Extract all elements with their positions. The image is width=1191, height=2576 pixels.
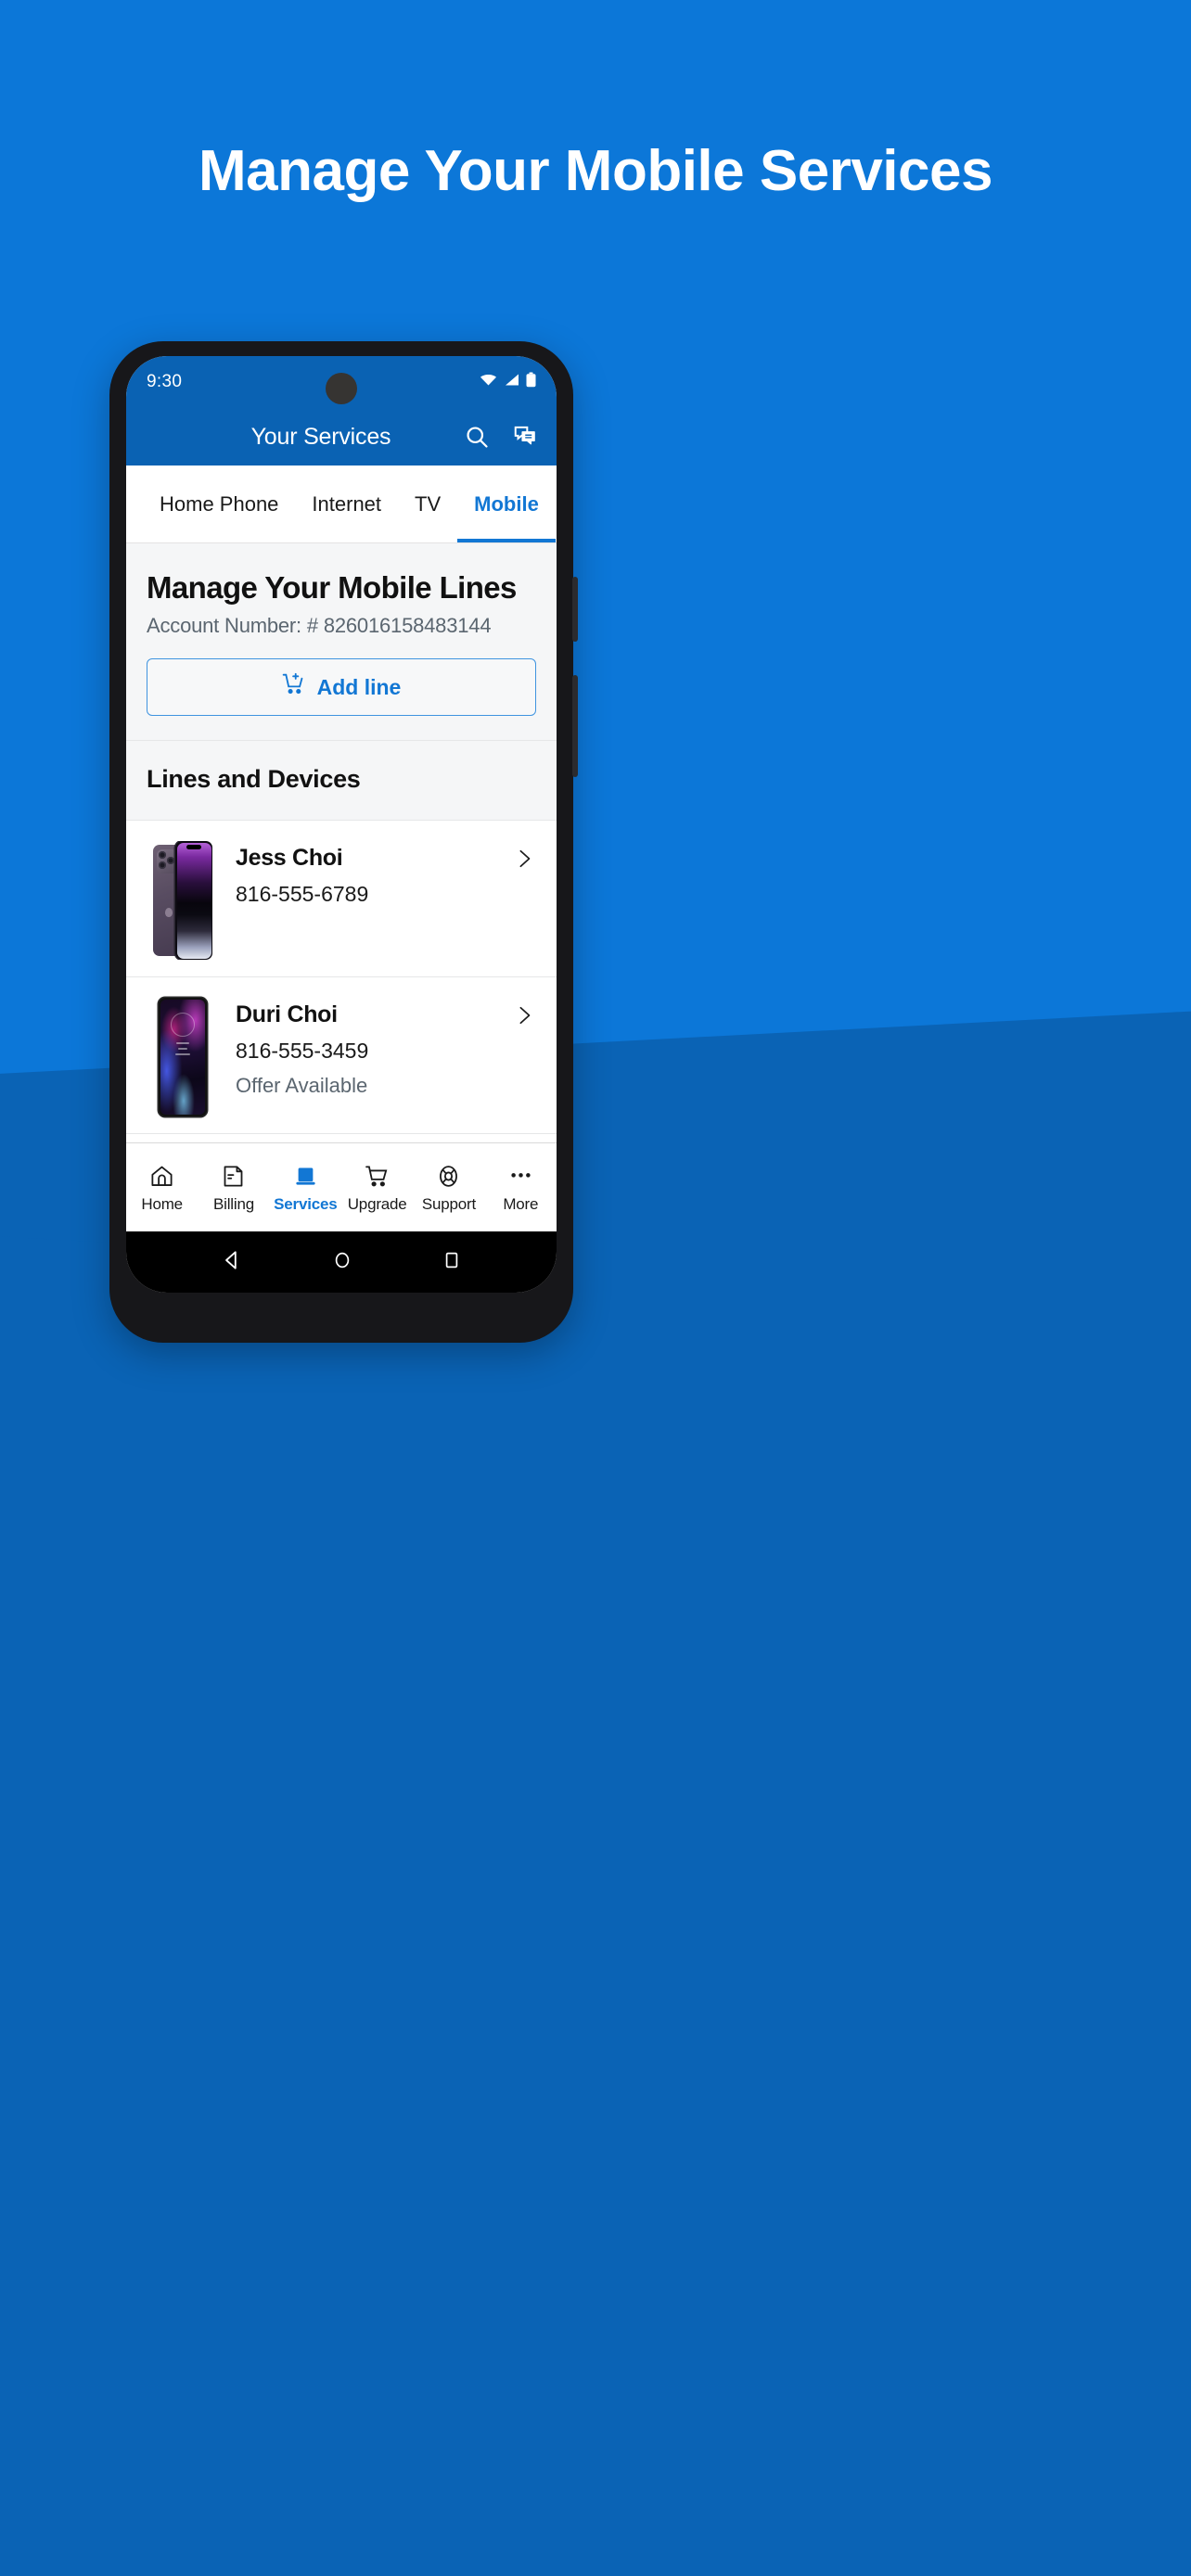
- line-details: Jess Choi 816-555-6789: [219, 837, 510, 907]
- line-name: Duri Choi: [236, 1001, 338, 1028]
- table-row[interactable]: Duri Choi 816-555-3459 Offer Available: [126, 977, 557, 1135]
- device-thumbnail-iphone-14-pro: [147, 837, 219, 961]
- background-diagonal-band-left: [0, 1233, 427, 2576]
- front-camera-punch-hole: [326, 373, 357, 404]
- bottom-navigation-bar: Home Billing Services Upgrade Support Mo…: [126, 1142, 557, 1231]
- android-system-navigation: [126, 1231, 557, 1293]
- line-details: Duri Choi 816-555-3459 Offer Available: [219, 994, 510, 1098]
- status-bar: 9:30: [126, 356, 557, 408]
- sidebar-item-more[interactable]: More: [485, 1161, 557, 1214]
- sidebar-item-upgrade[interactable]: Upgrade: [341, 1161, 413, 1214]
- tab-internet[interactable]: Internet: [295, 465, 398, 542]
- app-bar-title: Your Services: [250, 423, 391, 450]
- sidebar-item-label: Billing: [213, 1195, 254, 1213]
- cart-icon: [365, 1161, 390, 1189]
- sidebar-item-billing[interactable]: Billing: [198, 1161, 269, 1214]
- account-number-label: Account Number: # 826016158483144: [147, 614, 492, 638]
- line-name: Jess Choi: [236, 845, 343, 872]
- service-tabs: Home Phone Internet TV Mobile: [126, 465, 557, 543]
- sidebar-item-label: Services: [274, 1195, 338, 1213]
- add-line-label: Add line: [316, 674, 402, 699]
- sidebar-item-label: Upgrade: [347, 1195, 407, 1213]
- cellular-signal-icon: [504, 374, 519, 391]
- sidebar-item-label: More: [503, 1195, 539, 1213]
- more-dots-icon: [508, 1161, 533, 1189]
- tab-tv[interactable]: TV: [398, 465, 457, 542]
- status-bar-time: 9:30: [147, 372, 183, 391]
- table-row[interactable]: Jess Choi 816-555-6789: [126, 821, 557, 978]
- sidebar-item-label: Home: [141, 1195, 183, 1213]
- android-recents-button[interactable]: [441, 1249, 463, 1276]
- chevron-right-icon[interactable]: [510, 837, 538, 869]
- status-badge: Offer Available: [236, 1074, 368, 1098]
- lines-and-devices-heading: Lines and Devices: [126, 741, 557, 822]
- android-home-button[interactable]: [331, 1249, 353, 1276]
- line-phone-number: 816-555-6789: [236, 882, 369, 907]
- manage-lines-section: Manage Your Mobile Lines Account Number:…: [126, 543, 557, 742]
- promo-headline: Manage Your Mobile Services: [198, 139, 992, 203]
- battery-icon: [526, 372, 536, 392]
- chat-icon[interactable]: [512, 424, 538, 450]
- sidebar-item-services[interactable]: Services: [270, 1161, 341, 1214]
- tab-mobile[interactable]: Mobile: [457, 465, 556, 542]
- android-back-button[interactable]: [220, 1248, 244, 1277]
- billing-icon: [221, 1161, 246, 1189]
- sidebar-item-support[interactable]: Support: [413, 1161, 484, 1214]
- add-line-button[interactable]: Add line: [147, 658, 536, 717]
- phone-screen: 9:30 Your Services Home Phone Internet T…: [126, 356, 557, 1293]
- home-icon: [149, 1161, 174, 1189]
- wifi-icon: [480, 374, 497, 391]
- status-bar-icons: [480, 372, 536, 392]
- cart-plus-icon: [282, 672, 306, 702]
- phone-power-button: [572, 675, 578, 777]
- sidebar-item-home[interactable]: Home: [126, 1161, 198, 1214]
- app-bar: Your Services: [126, 408, 557, 465]
- chevron-right-icon[interactable]: [510, 994, 538, 1026]
- device-thumbnail-motorola-edge: [147, 994, 219, 1117]
- lifebuoy-icon: [436, 1161, 461, 1189]
- sidebar-item-label: Support: [421, 1195, 477, 1213]
- services-content: Manage Your Mobile Lines Account Number:…: [126, 543, 557, 1231]
- search-icon[interactable]: [464, 424, 490, 450]
- phone-volume-button: [572, 577, 578, 642]
- app-bar-actions: [464, 424, 538, 450]
- phone-mockup-frame: 9:30 Your Services Home Phone Internet T…: [109, 341, 578, 1343]
- services-icon: [293, 1161, 318, 1189]
- manage-lines-title: Manage Your Mobile Lines: [147, 570, 517, 605]
- line-phone-number: 816-555-3459: [236, 1039, 369, 1064]
- tab-home-phone[interactable]: Home Phone: [143, 465, 295, 542]
